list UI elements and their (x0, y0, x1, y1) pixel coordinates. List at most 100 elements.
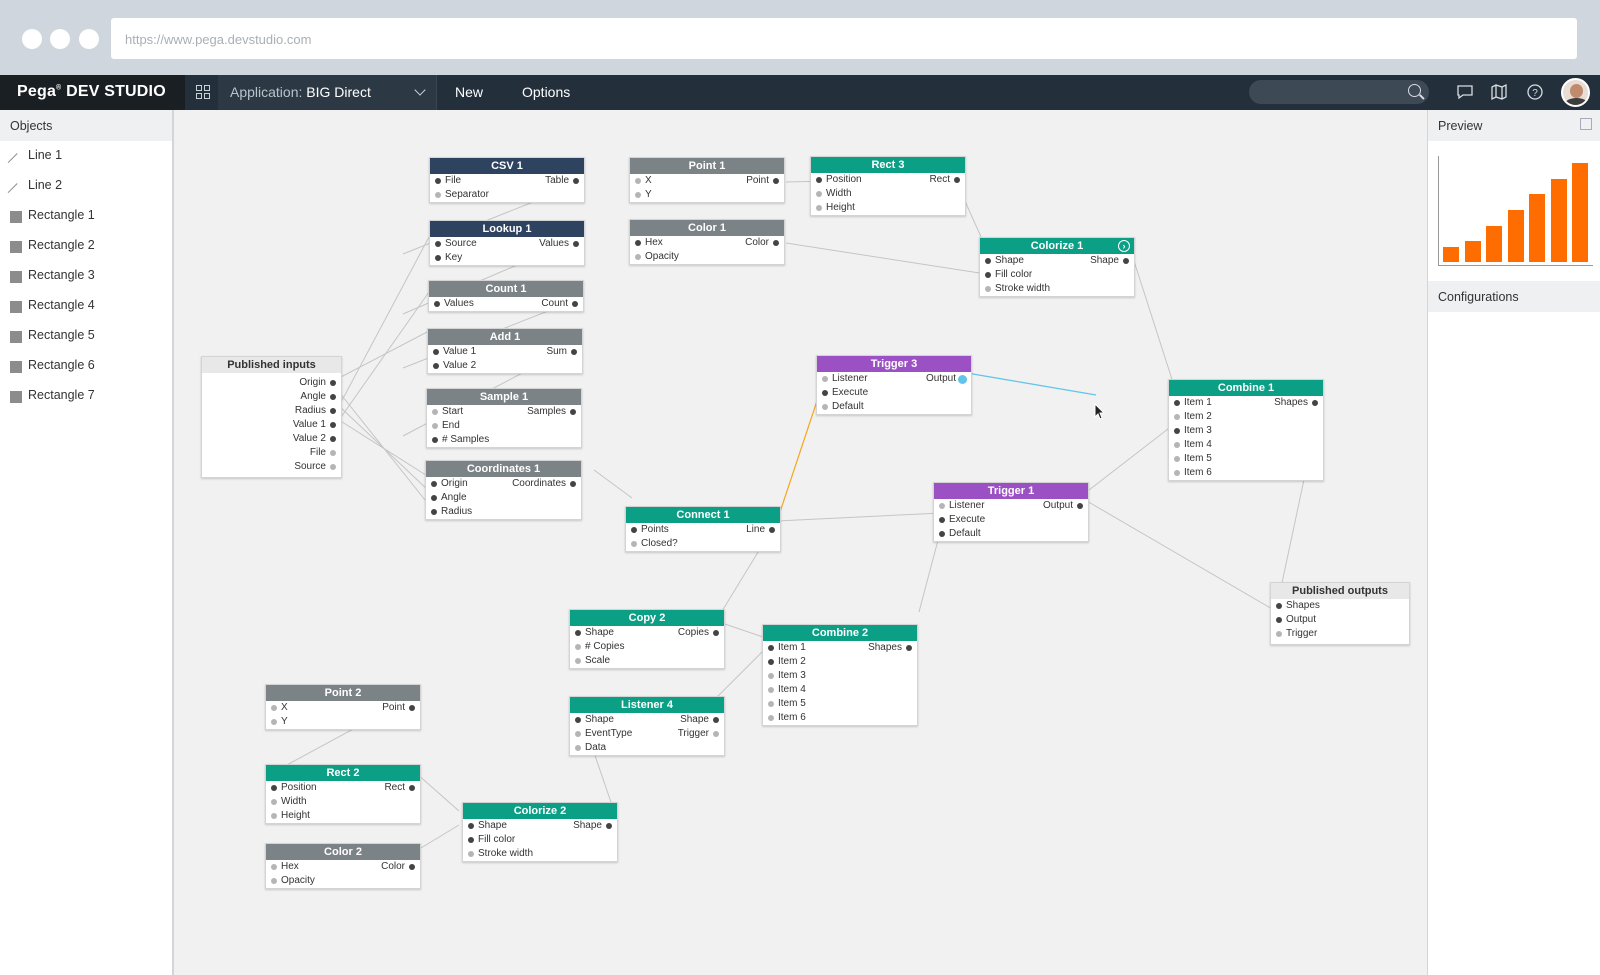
node-colorize-2[interactable]: Colorize 2 Shape Shape Fill color Stroke … (462, 802, 618, 862)
port-in[interactable] (985, 258, 991, 264)
port-out[interactable] (571, 349, 577, 355)
port-in[interactable] (768, 715, 774, 721)
port-in[interactable] (1276, 617, 1282, 623)
port-in[interactable] (433, 349, 439, 355)
node-color-2[interactable]: Color 2 Hex Color Opacity (265, 843, 421, 889)
menu-options[interactable]: Options (522, 84, 570, 100)
node-trigger-1[interactable]: Trigger 1 Listener Output Execute Default (933, 482, 1089, 542)
window-minimize-dot[interactable] (50, 29, 70, 49)
port-in[interactable] (271, 864, 277, 870)
port-out[interactable] (906, 645, 912, 651)
port-in[interactable] (271, 878, 277, 884)
port-in[interactable] (822, 390, 828, 396)
port-out-active[interactable] (958, 375, 967, 384)
port-in[interactable] (822, 404, 828, 410)
port-in[interactable] (816, 191, 822, 197)
node-rect-3[interactable]: Rect 3 Position Rect Width Height (810, 156, 966, 216)
port-in[interactable] (575, 644, 581, 650)
port-out[interactable] (330, 450, 336, 456)
port-in[interactable] (432, 437, 438, 443)
app-launcher-icon[interactable] (196, 85, 210, 99)
chat-icon[interactable] (1456, 83, 1474, 101)
port-in[interactable] (635, 254, 641, 260)
port-out[interactable] (573, 241, 579, 247)
node-listener-4[interactable]: Listener 4 Shape Shape EventType Trigger D… (569, 696, 725, 756)
port-in[interactable] (768, 701, 774, 707)
node-count-1[interactable]: Count 1 Values Count (428, 280, 584, 312)
port-out[interactable] (409, 864, 415, 870)
wire[interactable] (338, 419, 430, 478)
port-in[interactable] (816, 177, 822, 183)
port-in[interactable] (435, 241, 441, 247)
node-published-inputs[interactable]: Published inputs Origin Angle Radius Val… (201, 356, 342, 478)
port-out[interactable] (1077, 503, 1083, 509)
port-out[interactable] (773, 240, 779, 246)
port-out[interactable] (713, 630, 719, 636)
wire[interactable] (415, 772, 460, 812)
port-in[interactable] (271, 705, 277, 711)
port-out[interactable] (330, 422, 336, 428)
object-item-line-1[interactable]: Line 1 (0, 141, 172, 171)
port-out[interactable] (409, 785, 415, 791)
graph-canvas[interactable]: CSV 1 File Table Separator Lookup 1 Sourc… (174, 110, 1427, 975)
port-in[interactable] (1174, 442, 1180, 448)
node-copy-2[interactable]: Copy 2 Shape Copies # Copies Scale (569, 609, 725, 669)
port-in[interactable] (1276, 603, 1282, 609)
port-out[interactable] (769, 527, 775, 533)
object-item-rectangle-3[interactable]: Rectangle 3 (0, 261, 172, 291)
port-in[interactable] (635, 240, 641, 246)
object-item-rectangle-1[interactable]: Rectangle 1 (0, 201, 172, 231)
port-out[interactable] (570, 481, 576, 487)
port-in[interactable] (468, 823, 474, 829)
node-colorize-1[interactable]: Colorize 1 › Shape Shape Fill color Stroke… (979, 237, 1135, 297)
port-in[interactable] (635, 178, 641, 184)
wire[interactable] (338, 236, 430, 407)
port-out[interactable] (773, 178, 779, 184)
port-in[interactable] (431, 509, 437, 515)
node-color-1[interactable]: Color 1 Hex Color Opacity (629, 219, 785, 265)
node-trigger-3[interactable]: Trigger 3 Listener Output Execute Default (816, 355, 972, 415)
port-in[interactable] (431, 495, 437, 501)
port-in[interactable] (1276, 631, 1282, 637)
port-in[interactable] (435, 192, 441, 198)
wire[interactable] (1133, 260, 1178, 396)
port-in[interactable] (631, 527, 637, 533)
port-out[interactable] (572, 301, 578, 307)
port-in[interactable] (768, 687, 774, 693)
search-icon[interactable] (1408, 84, 1421, 97)
window-maximize-dot[interactable] (79, 29, 99, 49)
node-combine-2[interactable]: Combine 2 Item 1 Shapes Item 2 Item 3 Ite… (762, 624, 918, 726)
port-in[interactable] (1174, 470, 1180, 476)
port-out[interactable] (409, 705, 415, 711)
object-item-rectangle-5[interactable]: Rectangle 5 (0, 321, 172, 351)
wire[interactable] (338, 291, 430, 421)
configurations-header[interactable]: Configurations (1428, 281, 1600, 312)
object-item-rectangle-4[interactable]: Rectangle 4 (0, 291, 172, 321)
port-in[interactable] (1174, 428, 1180, 434)
port-out[interactable] (1312, 400, 1318, 406)
port-in[interactable] (433, 363, 439, 369)
port-in[interactable] (431, 481, 437, 487)
port-in[interactable] (575, 717, 581, 723)
port-in[interactable] (985, 272, 991, 278)
node-sample-1[interactable]: Sample 1 Start Samples End # Samples (426, 388, 582, 448)
port-in[interactable] (575, 630, 581, 636)
node-rect-2[interactable]: Rect 2 Position Rect Width Height (265, 764, 421, 824)
port-in[interactable] (575, 731, 581, 737)
application-selector[interactable]: Application: BIG Direct (218, 75, 436, 110)
port-in[interactable] (939, 517, 945, 523)
port-out[interactable] (330, 394, 336, 400)
port-in[interactable] (816, 205, 822, 211)
menu-new[interactable]: New (455, 84, 483, 100)
wire[interactable] (785, 242, 987, 275)
object-item-line-2[interactable]: Line 2 (0, 171, 172, 201)
port-out[interactable] (573, 178, 579, 184)
node-combine-1[interactable]: Combine 1 Item 1 Shapes Item 2 Item 3 Ite… (1168, 379, 1324, 481)
port-in[interactable] (271, 799, 277, 805)
port-in[interactable] (768, 659, 774, 665)
port-in[interactable] (768, 673, 774, 679)
url-bar[interactable]: https://www.pega.devstudio.com (111, 18, 1577, 59)
port-in[interactable] (435, 255, 441, 261)
map-icon[interactable] (1490, 83, 1508, 101)
port-out[interactable] (1123, 258, 1129, 264)
